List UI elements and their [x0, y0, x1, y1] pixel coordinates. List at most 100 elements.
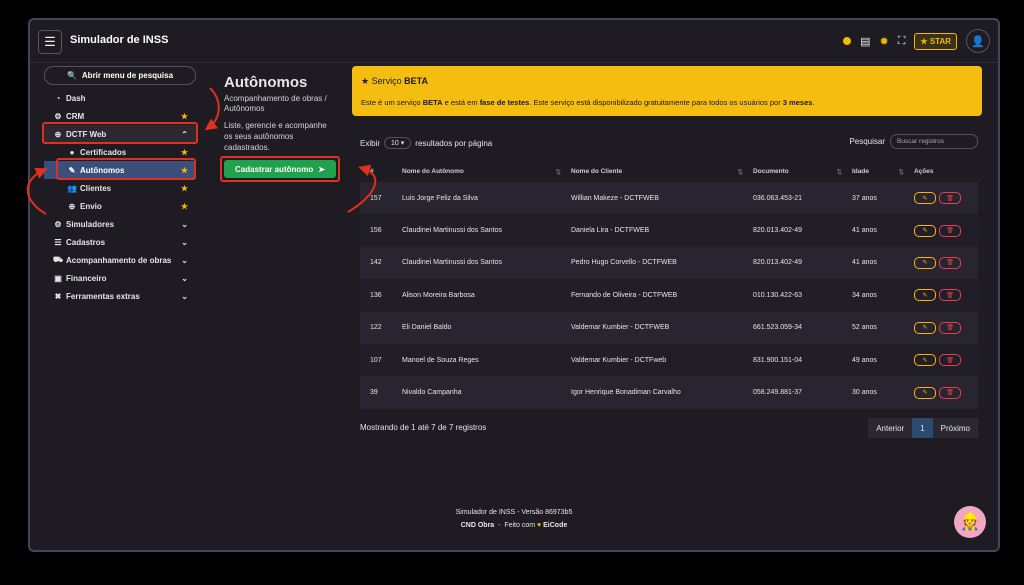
header-nome-autonomo[interactable]: Nome do Autônomo ⇅ [402, 167, 571, 176]
favorite-star-icon[interactable]: ★ [181, 184, 188, 193]
heart-icon: ♥ [537, 522, 542, 529]
credits: CND Obra - Feito com ♥ EiCode [30, 519, 998, 532]
beta-text-5: . Este serviço está disponibilizado grat… [529, 98, 783, 107]
page-size-control: Exibir 10 ▾ resultados por página [360, 137, 492, 149]
row-nome-autonomo: Nivaldo Campanha [402, 389, 462, 397]
mascot-avatar[interactable]: 👷 [954, 506, 986, 538]
edit-pencil-icon[interactable]: ✎ [914, 192, 936, 205]
row-id: 122 [370, 324, 382, 332]
header-nome-cliente[interactable]: Nome do Cliente ⇅ [571, 168, 753, 176]
star-icon: ★ [361, 76, 370, 86]
sidebar-item-label: Simuladores [66, 219, 115, 229]
favorite-star-icon[interactable]: ★ [181, 148, 188, 157]
table-header: # Nome do Autônomo ⇅ Nome do Cliente ⇅ Doc… [360, 160, 978, 182]
edit-pencil-icon[interactable]: ✎ [914, 256, 936, 269]
sidebar-item-envio[interactable]: ⊕ Envio ★ [44, 197, 196, 215]
sidebar-item-simuladores[interactable]: ⚙ Simuladores ⌄ [44, 215, 196, 233]
search-input[interactable]: Buscar registros [890, 134, 978, 149]
row-documento: 831.900.151-04 [753, 356, 803, 364]
sidebar-item-dash[interactable]: ◔ Dash [44, 89, 196, 107]
row-idade: 37 anos [852, 194, 877, 202]
fullscreen-icon[interactable]: ⛶ [898, 35, 906, 48]
top-icons: ▤ ✹ ⛶ ★ STAR 👤 [843, 29, 990, 53]
star-button[interactable]: ★ STAR [914, 32, 957, 50]
row-actions: ✎ 🗑 [914, 386, 978, 399]
header-label: Nome do Autônomo [402, 167, 464, 175]
user-icon[interactable]: 👤 [966, 29, 990, 53]
edit-pencil-icon[interactable]: ✎ [914, 354, 936, 367]
row-nome-autonomo: Alison Moreira Barbosa [402, 291, 475, 299]
row-nome-autonomo: Claudinei Martinussi dos Santos [402, 227, 502, 235]
favorite-star-icon[interactable]: ★ [181, 202, 188, 211]
edit-pencil-icon[interactable]: ✎ [914, 289, 936, 302]
header-id[interactable]: # [360, 168, 402, 175]
row-nome-cliente: Valdemar Kumbier - DCTFweb [571, 356, 667, 364]
document-icon[interactable]: ▤ [860, 35, 870, 48]
favorite-star-icon[interactable]: ★ [181, 112, 188, 121]
menu-search-label: Abrir menu de pesquisa [81, 71, 174, 80]
table-row: 157 Luis Jorge Feliz da Silva Willian Make… [360, 182, 978, 215]
row-idade: 41 anos [852, 259, 877, 267]
sidebar-item-clientes[interactable]: 👥 Clientes ★ [44, 179, 196, 197]
hamburger-menu-icon[interactable]: ☰ [38, 30, 62, 54]
row-id: 107 [370, 356, 382, 364]
top-bar: ☰ Simulador de INSS ▤ ✹ ⛶ ★ STAR 👤 [30, 20, 998, 63]
version-text: Simulador de INSS - Versão 86973b5 [455, 509, 573, 516]
sidebar: 🔍 Abrir menu de pesquisa ◔ Dash ⚙ CRM ★ ⊕ DCT… [44, 66, 196, 305]
edit-pencil-icon[interactable]: ✎ [914, 386, 936, 399]
beta-title-prefix: Serviço [371, 76, 405, 86]
beta-text-7: . [812, 98, 815, 107]
sun-icon[interactable]: ✹ [879, 35, 888, 48]
row-documento: 036.063.453-21 [753, 194, 803, 202]
page-size-value: 10 [391, 140, 399, 147]
delete-trash-icon[interactable]: 🗑 [939, 386, 961, 399]
delete-trash-icon[interactable]: 🗑 [939, 321, 961, 334]
edit-pencil-icon[interactable]: ✎ [914, 224, 936, 237]
beta-text-1: Este é um serviço [361, 98, 423, 107]
table-row: 156 Claudinei Martinussi dos Santos Daniel… [360, 214, 978, 247]
row-documento: 058.249.881-37 [753, 389, 803, 397]
delete-trash-icon[interactable]: 🗑 [939, 256, 961, 269]
row-nome-cliente: Igor Henrique Bonadiman Carvalho [571, 389, 681, 397]
delete-trash-icon[interactable]: 🗑 [939, 224, 961, 237]
users-icon: 👥 [67, 183, 77, 193]
sidebar-item-ferramentas[interactable]: ✖ Ferramentas extras ⌄ [44, 287, 196, 305]
delete-trash-icon[interactable]: 🗑 [939, 192, 961, 205]
prev-page-button[interactable]: Anterior [868, 418, 913, 438]
page-size-select[interactable]: 10 ▾ [384, 137, 412, 149]
header-documento[interactable]: Documento ⇅ [753, 168, 852, 176]
table-controls: Exibir 10 ▾ resultados por página Pesqui… [360, 132, 978, 152]
brand-link[interactable]: CND Obra [461, 522, 494, 529]
delete-trash-icon[interactable]: 🗑 [939, 289, 961, 302]
highlight-autonomos [56, 158, 196, 180]
header-label: Idade [852, 167, 869, 175]
row-nome-autonomo: Eli Daniel Baldo [402, 324, 452, 332]
sort-icon: ⇅ [555, 168, 561, 176]
page-description: Liste, gerencie e acompanhe os seus autô… [224, 121, 327, 152]
row-id: 142 [370, 259, 382, 267]
row-documento: 820.013.402-49 [753, 227, 803, 235]
sidebar-item-label: Acompanhamento de obras [66, 255, 172, 265]
sidebar-item-financeiro[interactable]: ▣ Financeiro ⌄ [44, 269, 196, 287]
search-label: Pesquisar [849, 137, 885, 146]
row-actions: ✎ 🗑 [914, 192, 978, 205]
row-actions: ✎ 🗑 [914, 354, 978, 367]
list-icon: ☰ [54, 237, 62, 247]
delete-trash-icon[interactable]: 🗑 [939, 354, 961, 367]
sidebar-item-acompanhamento[interactable]: ⛟ Acompanhamento de obras ⌄ [44, 251, 196, 269]
author-link[interactable]: EiCode [543, 522, 567, 529]
menu-search-button[interactable]: 🔍 Abrir menu de pesquisa [44, 66, 196, 85]
page-1-button[interactable]: 1 [912, 418, 933, 438]
beta-text-3: e está em [442, 98, 480, 107]
header-acoes: Ações [914, 167, 934, 175]
table-row: 136 Alison Moreira Barbosa Fernando de Oli… [360, 279, 978, 312]
edit-pencil-icon[interactable]: ✎ [914, 321, 936, 334]
sidebar-item-cadastros[interactable]: ☰ Cadastros ⌄ [44, 233, 196, 251]
row-documento: 010.130.422-63 [753, 291, 803, 299]
app-title: Simulador de INSS [70, 34, 169, 46]
sidebar-item-label: Financeiro [66, 273, 107, 283]
header-idade[interactable]: Idade ⇅ [852, 167, 914, 176]
next-page-button[interactable]: Próximo [932, 418, 978, 438]
chevron-down-icon: ▾ [400, 140, 405, 147]
beta-text: Este é um serviço BETA e está em fase de… [361, 98, 815, 107]
